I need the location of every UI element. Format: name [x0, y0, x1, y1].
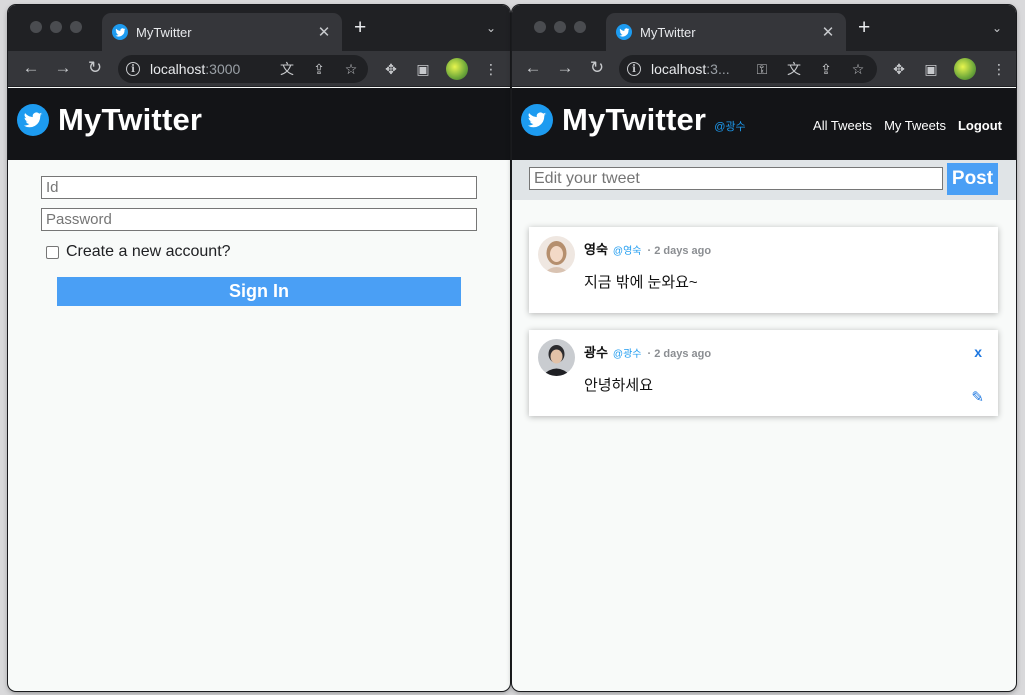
edit-pencil-icon[interactable]: ✎ — [971, 388, 984, 406]
share-icon[interactable]: ⇪ — [817, 61, 835, 78]
close-tab-icon[interactable]: ✕ — [316, 23, 332, 41]
brand[interactable]: MyTwitter @광수 — [521, 102, 746, 138]
profile-icon[interactable] — [446, 58, 468, 80]
tweet-text: 지금 밖에 눈와요~ — [584, 274, 698, 291]
translate-icon[interactable]: 文 — [278, 59, 296, 79]
brand[interactable]: MyTwitter — [17, 102, 202, 138]
menu-dots-icon[interactable]: ⋮ — [482, 61, 500, 78]
tab-strip: MyTwitter ✕ + ⌄ — [512, 5, 1016, 51]
id-input[interactable] — [41, 176, 477, 199]
tweet-input[interactable] — [529, 167, 943, 190]
tweet-card: 광수 @광수 · 2 days ago 안녕하세요 x ✎ — [529, 330, 998, 416]
password-input[interactable] — [41, 208, 477, 231]
tweet-author-name: 영숙 — [584, 242, 608, 257]
tab-search-chevron-icon[interactable]: ⌄ — [486, 21, 496, 35]
sidebar-icon[interactable]: ▣ — [414, 61, 432, 78]
address-bar[interactable]: i localhost:3... ⚿ 文 ⇪ ☆ — [619, 55, 877, 83]
translate-icon[interactable]: 文 — [785, 59, 803, 79]
tweet-author-handle[interactable]: @광수 — [613, 345, 642, 360]
sign-in-button[interactable]: Sign In — [57, 277, 461, 306]
browser-window-login: MyTwitter ✕ + ⌄ ← → ↻ i localhost:3000 文… — [8, 5, 510, 691]
delete-tweet-button[interactable]: x — [974, 344, 982, 360]
forward-arrow-icon[interactable]: → — [555, 59, 575, 77]
tweet-author-handle[interactable]: @영숙 — [613, 242, 642, 257]
new-tab-button[interactable]: + — [858, 17, 870, 38]
close-tab-icon[interactable]: ✕ — [820, 23, 836, 41]
current-user-handle: @광수 — [714, 121, 746, 133]
browser-tab[interactable]: MyTwitter ✕ — [606, 13, 846, 51]
app-header: MyTwitter @광수 All Tweets My Tweets Logou… — [512, 88, 1016, 160]
url-host: localhost — [150, 61, 206, 77]
header-nav: All Tweets My Tweets Logout — [813, 118, 1002, 133]
browser-toolbar: ← → ↻ i localhost:3000 文 ⇪ ☆ ✥ ▣ ⋮ — [8, 51, 510, 87]
create-account-label[interactable]: Create a new account? — [66, 243, 231, 261]
reload-icon[interactable]: ↻ — [587, 59, 607, 77]
window-controls — [30, 21, 82, 33]
extensions-icon[interactable]: ✥ — [890, 61, 908, 78]
back-arrow-icon[interactable]: ← — [523, 59, 543, 77]
create-account-row: Create a new account? — [46, 243, 477, 261]
info-icon[interactable]: i — [627, 62, 641, 76]
url-port: :3... — [706, 61, 730, 77]
nav-all-tweets[interactable]: All Tweets — [813, 118, 872, 133]
login-form: Create a new account? Sign In — [41, 176, 477, 306]
tweet-header: 영숙 @영숙 · 2 days ago — [584, 239, 711, 258]
minimize-window-button[interactable] — [554, 21, 566, 33]
key-icon[interactable]: ⚿ — [753, 61, 771, 78]
tweet-author-name: 광수 — [584, 345, 608, 360]
url-port: :3000 — [205, 61, 241, 77]
tweet-timestamp: · 2 days ago — [647, 348, 712, 360]
url-host: localhost — [651, 61, 707, 77]
tweet-timestamp: · 2 days ago — [647, 245, 712, 257]
extensions-icon[interactable]: ✥ — [382, 61, 400, 78]
logout-button[interactable]: Logout — [958, 118, 1002, 133]
info-icon[interactable]: i — [126, 62, 140, 76]
tweet-text: 안녕하세요 — [584, 377, 654, 394]
app-title: MyTwitter — [562, 102, 707, 137]
omnibox-icons: ⚿ 文 ⇪ ☆ — [753, 55, 867, 83]
tweet-header: 광수 @광수 · 2 days ago — [584, 342, 711, 361]
extension-icons: ✥ ▣ ⋮ — [890, 55, 1008, 83]
star-icon[interactable]: ☆ — [849, 61, 867, 78]
zoom-window-button[interactable] — [574, 21, 586, 33]
profile-icon[interactable] — [954, 58, 976, 80]
avatar[interactable] — [538, 339, 575, 376]
window-controls — [534, 21, 586, 33]
tab-title: MyTwitter — [136, 24, 192, 40]
tab-search-chevron-icon[interactable]: ⌄ — [992, 21, 1002, 35]
menu-dots-icon[interactable]: ⋮ — [990, 61, 1008, 78]
tab-strip: MyTwitter ✕ + ⌄ — [8, 5, 510, 51]
tweet-composer: Post — [512, 160, 1016, 200]
tab-title: MyTwitter — [640, 24, 696, 40]
post-button[interactable]: Post — [947, 163, 998, 195]
back-arrow-icon[interactable]: ← — [21, 59, 41, 77]
sidebar-icon[interactable]: ▣ — [922, 61, 940, 78]
share-icon[interactable]: ⇪ — [310, 61, 328, 78]
reload-icon[interactable]: ↻ — [85, 59, 105, 77]
nav-my-tweets[interactable]: My Tweets — [884, 118, 946, 133]
app-title: MyTwitter — [58, 102, 203, 137]
browser-toolbar: ← → ↻ i localhost:3... ⚿ 文 ⇪ ☆ ✥ ▣ ⋮ — [512, 51, 1016, 87]
avatar[interactable] — [538, 236, 575, 273]
create-account-checkbox[interactable] — [46, 245, 59, 259]
new-tab-button[interactable]: + — [354, 17, 366, 38]
zoom-window-button[interactable] — [70, 21, 82, 33]
twitter-bird-icon — [17, 104, 49, 136]
twitter-bird-icon — [616, 24, 632, 40]
minimize-window-button[interactable] — [50, 21, 62, 33]
twitter-bird-icon — [112, 24, 128, 40]
browser-window-feed: MyTwitter ✕ + ⌄ ← → ↻ i localhost:3... ⚿… — [512, 5, 1016, 691]
omnibox-icons: 文 ⇪ ☆ — [278, 55, 360, 83]
address-bar[interactable]: i localhost:3000 文 ⇪ ☆ — [118, 55, 368, 83]
twitter-bird-icon — [521, 104, 553, 136]
close-window-button[interactable] — [534, 21, 546, 33]
extension-icons: ✥ ▣ ⋮ — [382, 55, 500, 83]
app-header: MyTwitter — [8, 88, 510, 160]
star-icon[interactable]: ☆ — [342, 61, 360, 78]
browser-tab[interactable]: MyTwitter ✕ — [102, 13, 342, 51]
forward-arrow-icon[interactable]: → — [53, 59, 73, 77]
close-window-button[interactable] — [30, 21, 42, 33]
tweet-card: 영숙 @영숙 · 2 days ago 지금 밖에 눈와요~ — [529, 227, 998, 313]
